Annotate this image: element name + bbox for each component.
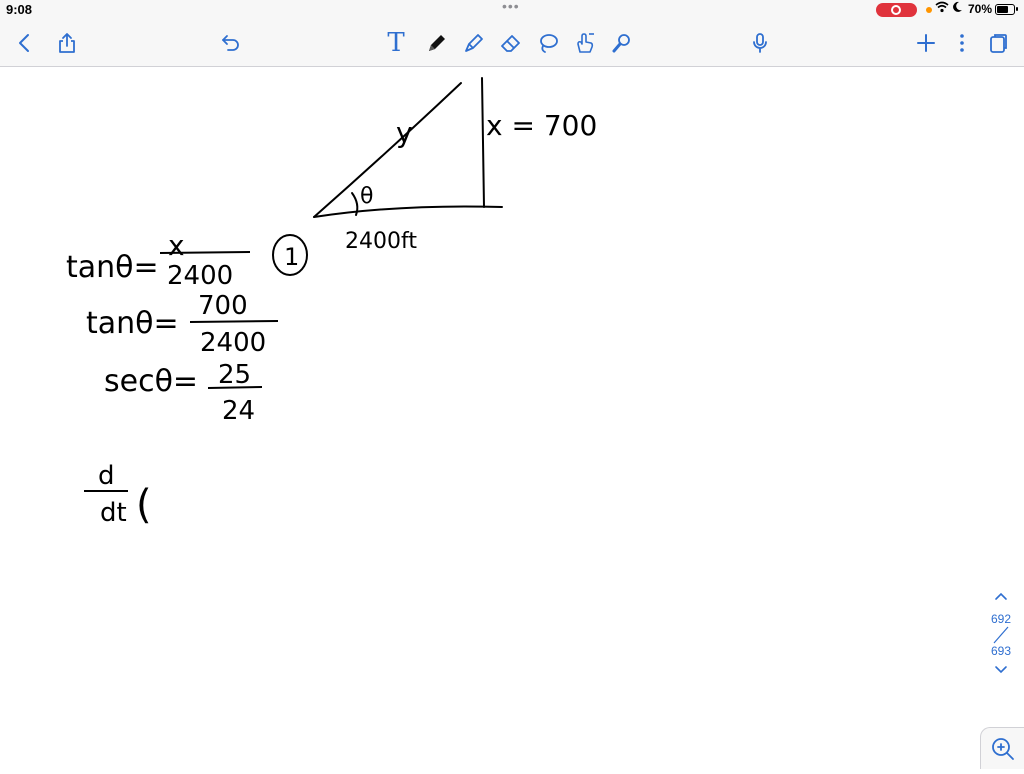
wifi-icon: [935, 1, 949, 16]
text-tool-glyph: T: [387, 28, 405, 58]
vertical-side-stroke: [481, 77, 485, 208]
battery-icon: [995, 4, 1015, 15]
deriv-numerator: d: [98, 461, 115, 491]
toolbar: T: [0, 20, 1024, 67]
back-icon[interactable]: [12, 30, 38, 56]
eq2-denominator: 2400: [200, 328, 266, 358]
shape-tool-icon[interactable]: [572, 30, 598, 56]
eq2-lhs: tanθ=: [86, 306, 179, 341]
highlighter-tool-icon[interactable]: [461, 30, 487, 56]
screen-recording-icon[interactable]: [876, 3, 917, 17]
current-page-number: 692: [990, 612, 1012, 626]
vertical-side-label: x = 700: [486, 109, 597, 142]
multitasking-dots[interactable]: •••: [502, 0, 520, 14]
pen-tool-icon[interactable]: [424, 30, 450, 56]
total-pages-number: 693: [990, 644, 1012, 658]
eq1-tag: 1: [284, 243, 299, 271]
status-bar: 9:08 ••• 70%: [0, 0, 1024, 20]
pages-icon[interactable]: [985, 30, 1011, 56]
hypotenuse-label: y: [396, 116, 413, 149]
eq2-numerator: 700: [198, 291, 248, 321]
angle-label: θ: [360, 184, 373, 209]
handwriting-layer: y θ x = 700 2400ft tanθ= x 2400 1 tanθ= …: [66, 77, 597, 528]
battery-cap: [1016, 7, 1018, 11]
eq1-denominator: 2400: [167, 261, 233, 291]
text-tool-icon[interactable]: T: [383, 30, 409, 56]
battery-level: [997, 6, 1008, 13]
undo-icon[interactable]: [218, 30, 244, 56]
eq2-fraction-bar: [189, 320, 279, 323]
share-icon[interactable]: [54, 30, 80, 56]
zoom-icon: [992, 738, 1014, 760]
next-page-icon[interactable]: [986, 664, 1016, 686]
eraser-tool-icon[interactable]: [498, 30, 524, 56]
base-stroke: [313, 205, 503, 218]
mic-indicator-icon: [926, 7, 932, 13]
eq3-numerator: 25: [218, 360, 251, 390]
base-label: 2400ft: [345, 229, 417, 254]
add-page-icon[interactable]: [913, 30, 939, 56]
page-divider: [986, 626, 1016, 644]
do-not-disturb-icon: [952, 1, 963, 16]
eq3-denominator: 24: [222, 396, 255, 426]
eq3-lhs: secθ=: [104, 364, 198, 399]
eq1-fraction-bar: [159, 251, 251, 254]
page-navigator: 692 693: [986, 590, 1016, 686]
status-time: 9:08: [6, 2, 33, 17]
eq1-numerator: x: [168, 229, 185, 262]
note-canvas[interactable]: y θ x = 700 2400ft tanθ= x 2400 1 tanθ= …: [0, 67, 1024, 768]
eq1-lhs: tanθ=: [66, 250, 159, 285]
microphone-icon[interactable]: [747, 30, 773, 56]
deriv-denominator: dt: [100, 498, 127, 528]
hypotenuse-stroke: [313, 82, 462, 218]
eq3-fraction-bar: [207, 386, 263, 389]
lasso-tool-icon[interactable]: [535, 30, 561, 56]
previous-page-icon[interactable]: [986, 590, 1016, 612]
laser-pointer-icon[interactable]: [609, 30, 635, 56]
more-icon[interactable]: [949, 30, 975, 56]
deriv-paren: (: [136, 482, 152, 528]
battery-percentage: 70%: [968, 2, 993, 16]
zoom-button[interactable]: [980, 727, 1024, 769]
